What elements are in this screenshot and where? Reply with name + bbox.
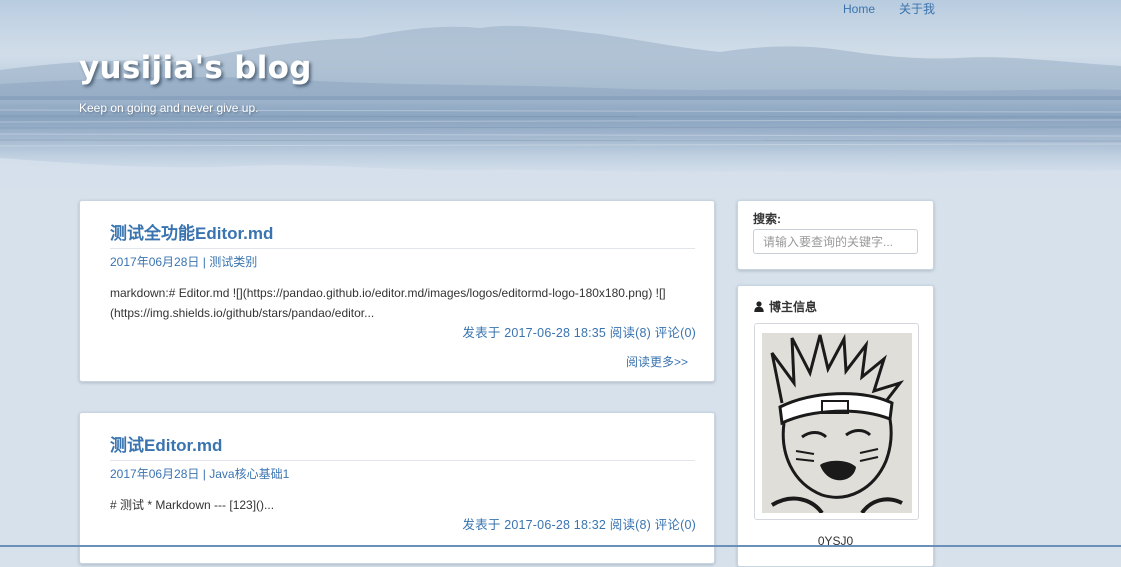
nav-home-link[interactable]: Home (843, 2, 875, 16)
meta-separator: | (202, 255, 206, 269)
profile-widget-title: 博主信息 (754, 298, 817, 315)
blog-subtitle: Keep on going and never give up. (79, 101, 259, 115)
search-widget-title: 搜索: (753, 212, 781, 226)
post-excerpt: markdown:# Editor.md ![](https://pandao.… (110, 286, 666, 320)
header-banner: Home 关于我 yusijia's blog Keep on going and… (0, 0, 1121, 200)
search-widget: 搜索: (737, 200, 934, 270)
post-excerpt: # 测试 * Markdown --- [123]()... (110, 498, 275, 512)
post-category-link[interactable]: Java核心基础1 (209, 467, 289, 481)
post-category-link[interactable]: 测试类别 (209, 255, 257, 269)
post-footer-stats: 发表于 2017-06-28 18:35 阅读(8) 评论(0) (462, 326, 696, 340)
nav-about-link[interactable]: 关于我 (899, 2, 935, 16)
post-date: 2017年06月28日 (110, 467, 200, 481)
user-icon (754, 301, 764, 312)
profile-widget: 博主信息 0YSJ0 (737, 285, 934, 567)
avatar-frame (754, 323, 919, 520)
meta-separator: | (202, 467, 206, 481)
post-card: 测试Editor.md 2017年06月28日 | Java核心基础1 # 测试… (79, 412, 715, 564)
search-input[interactable] (753, 229, 918, 254)
post-card: 测试全功能Editor.md 2017年06月28日 | 测试类别 markdo… (79, 200, 715, 382)
landscape-background (0, 25, 1121, 200)
post-meta: 2017年06月28日 | Java核心基础1 (110, 465, 289, 482)
top-nav: Home 关于我 (843, 0, 959, 17)
post-date: 2017年06月28日 (110, 255, 200, 269)
post-meta: 2017年06月28日 | 测试类别 (110, 253, 257, 270)
read-more-link[interactable]: 阅读更多>> (626, 353, 688, 370)
avatar[interactable] (762, 333, 912, 513)
blog-title[interactable]: yusijia's blog (79, 50, 312, 86)
post-title-link[interactable]: 测试Editor.md (110, 431, 695, 461)
post-title-link[interactable]: 测试全功能Editor.md (110, 219, 695, 249)
profile-title-text: 博主信息 (769, 300, 818, 314)
post-footer-stats: 发表于 2017-06-28 18:32 阅读(8) 评论(0) (462, 518, 696, 532)
